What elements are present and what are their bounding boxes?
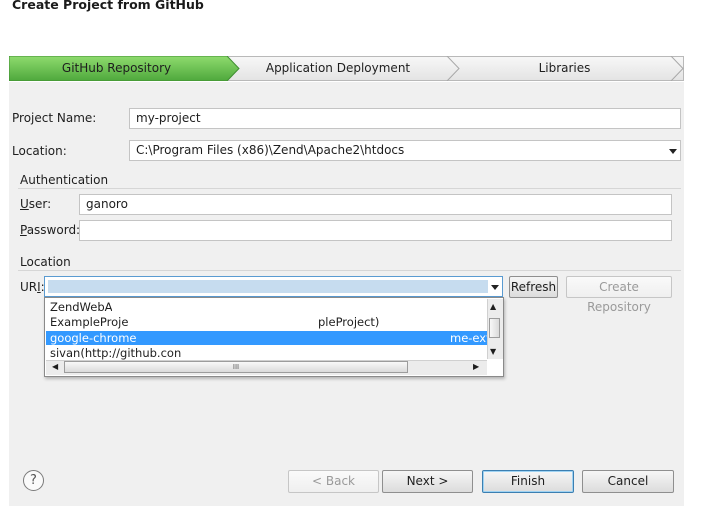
uri-option-sivan[interactable]: sivan(http://github.con xyxy=(50,346,181,360)
wizard-step-libraries[interactable]: Libraries xyxy=(452,56,677,81)
location-dropdown-arrow-icon[interactable] xyxy=(669,149,677,154)
uri-dropdown-arrow-icon[interactable] xyxy=(491,285,499,290)
hscroll-thumb[interactable]: III xyxy=(64,361,408,373)
location-value: C:\Program Files (x86)\Zend\Apache2\htdo… xyxy=(136,143,405,157)
back-button[interactable]: < Back xyxy=(288,470,379,493)
location-group-border xyxy=(18,270,681,271)
cancel-button[interactable]: Cancel xyxy=(582,470,674,493)
user-input[interactable]: ganoro xyxy=(79,194,672,215)
user-label: User: xyxy=(20,197,52,211)
scroll-left-icon[interactable]: ◀ xyxy=(52,363,58,371)
password-label-rest: assword: xyxy=(26,223,81,237)
refresh-button[interactable]: Refresh xyxy=(509,276,558,298)
user-label-rest: ser: xyxy=(28,197,52,211)
uri-selected-text xyxy=(48,280,488,293)
help-icon[interactable]: ? xyxy=(23,470,44,491)
scroll-up-icon[interactable]: ▲ xyxy=(490,303,496,311)
uri-option-exampleproject-suffix: pleProject) xyxy=(318,315,380,329)
project-name-label: Project Name: xyxy=(12,111,97,125)
location-label: Location: xyxy=(12,144,67,158)
uri-option-zendweba[interactable]: ZendWebA xyxy=(50,300,112,314)
authentication-group-label: Authentication xyxy=(20,173,113,187)
location-combo[interactable]: C:\Program Files (x86)\Zend\Apache2\htdo… xyxy=(129,140,681,161)
wizard-page-panel xyxy=(9,82,684,454)
uri-option-google-chrome[interactable]: google-chrome xyxy=(50,331,137,345)
location-group-label: Location xyxy=(20,255,75,269)
dialog-title: Create Project from GitHub xyxy=(12,0,204,12)
scroll-right-icon[interactable]: ▶ xyxy=(473,363,479,371)
authentication-group-border xyxy=(18,188,681,189)
wizard-step-application-deployment[interactable]: Application Deployment xyxy=(230,56,446,81)
finish-button[interactable]: Finish xyxy=(482,470,574,493)
next-button[interactable]: Next > xyxy=(382,470,473,493)
uri-option-google-chrome-suffix: me-ext xyxy=(450,331,491,345)
scroll-down-icon[interactable]: ▼ xyxy=(490,348,496,356)
uri-combo[interactable] xyxy=(44,276,503,297)
create-repository-button[interactable]: Create Repository xyxy=(566,276,672,314)
password-label: Password: xyxy=(20,223,81,237)
vscroll-thumb[interactable] xyxy=(489,318,500,338)
password-input[interactable] xyxy=(79,220,672,241)
uri-label: URI: xyxy=(20,280,45,294)
project-name-input[interactable]: my-project xyxy=(129,108,681,129)
uri-option-exampleproject[interactable]: ExampleProje xyxy=(50,315,128,329)
wizard-step-github-repository[interactable]: GitHub Repository xyxy=(9,56,224,81)
